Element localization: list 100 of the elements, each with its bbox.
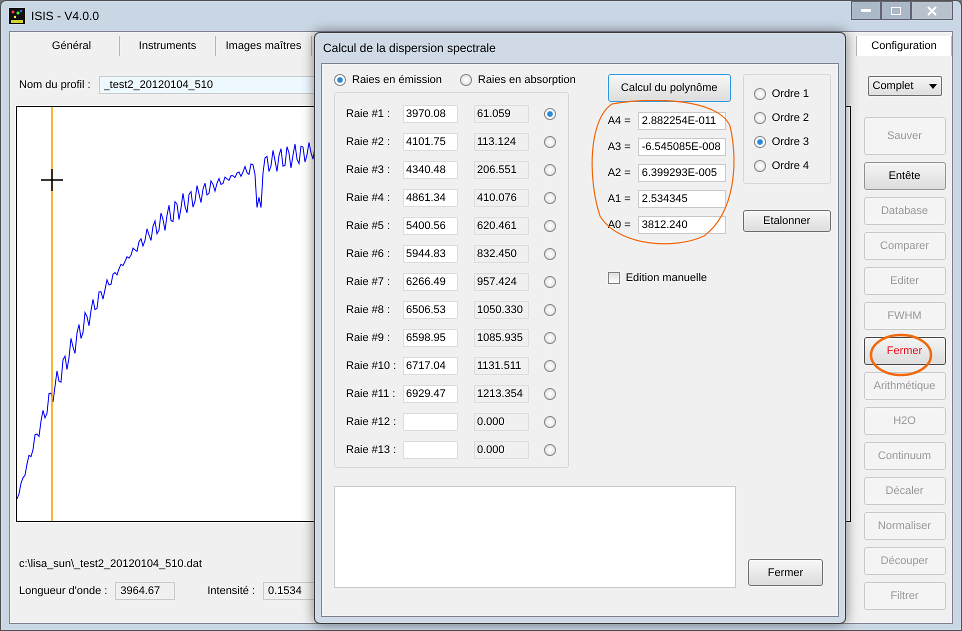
position-field[interactable]: 206.551	[474, 161, 529, 179]
coefficient-field[interactable]: -6.545085E-008	[638, 138, 726, 156]
crosshair-icon	[40, 168, 64, 192]
radio-option[interactable]: Ordre 4	[754, 160, 830, 172]
position-field[interactable]: 61.059	[474, 105, 529, 123]
wavelength-field[interactable]: 6506.53	[403, 301, 458, 319]
radio-button[interactable]	[334, 74, 346, 86]
position-field[interactable]: 832.450	[474, 245, 529, 263]
radio-option[interactable]: Ordre 1	[754, 88, 830, 100]
position-field[interactable]: 1131.511	[474, 357, 529, 375]
coefficient-label: A0 =	[608, 219, 632, 231]
wavelength-field[interactable]: 6266.49	[403, 273, 458, 291]
line-label: Raie #13 :	[346, 444, 398, 456]
minimize-button[interactable]	[851, 1, 881, 20]
line-radio-button[interactable]	[544, 220, 556, 232]
maximize-button[interactable]	[881, 1, 911, 20]
line-radio-button[interactable]	[544, 136, 556, 148]
line-radio-button[interactable]	[544, 332, 556, 344]
line-label: Raie #9 :	[346, 332, 392, 344]
annotation-ellipse	[868, 332, 934, 378]
coefficient-label: A4 =	[608, 115, 632, 127]
wavelength-field[interactable]: 4101.75	[403, 133, 458, 151]
readout-label: Intensité :	[207, 585, 256, 597]
mode-dropdown[interactable]: Complet	[868, 76, 942, 96]
coefficient-field[interactable]: 3812.240	[638, 216, 726, 234]
readout-label: Longueur d'onde :	[19, 585, 108, 597]
wavelength-field[interactable]: 5400.56	[403, 217, 458, 235]
line-radio-button[interactable]	[544, 416, 556, 428]
position-field[interactable]: 620.461	[474, 217, 529, 235]
close-icon	[927, 6, 937, 16]
wavelength-field[interactable]	[403, 413, 458, 431]
radio-button[interactable]	[754, 112, 766, 124]
close-dialog-button[interactable]: Fermer	[748, 559, 823, 586]
coefficient-field[interactable]: 2.882254E-011	[638, 112, 726, 130]
line-radio-button[interactable]	[544, 192, 556, 204]
calibrate-button[interactable]: Etalonner	[742, 210, 831, 232]
coefficient-field[interactable]: 6.399293E-005	[638, 164, 726, 182]
line-label: Raie #3 :	[346, 164, 392, 176]
radio-button[interactable]	[754, 136, 766, 148]
wavelength-field[interactable]	[403, 441, 458, 459]
readout-field[interactable]: 3964.67	[115, 582, 176, 600]
tab[interactable]: Général	[24, 36, 120, 56]
line-label: Raie #10 :	[346, 360, 398, 372]
line-label: Raie #2 :	[346, 136, 392, 148]
radio-button[interactable]	[754, 160, 766, 172]
checkbox[interactable]	[608, 272, 620, 284]
side-button[interactable]: Entête	[864, 162, 946, 190]
caret-icon	[928, 84, 936, 88]
position-field[interactable]: 0.000	[474, 441, 529, 459]
wavelength-field[interactable]: 5944.83	[403, 245, 458, 263]
position-field[interactable]: 1085.935	[474, 329, 529, 347]
window-title: ISIS - V4.0.0	[31, 9, 100, 23]
tab[interactable]: Instruments	[120, 36, 216, 56]
wavelength-field[interactable]: 3970.08	[403, 105, 458, 123]
radio-button[interactable]	[460, 74, 472, 86]
coefficient-label: A3 =	[608, 141, 632, 153]
position-field[interactable]: 410.076	[474, 189, 529, 207]
line-radio-button[interactable]	[544, 388, 556, 400]
line-radio-button[interactable]	[544, 276, 556, 288]
position-field[interactable]: 113.124	[474, 133, 529, 151]
wavelength-field[interactable]: 6929.47	[403, 385, 458, 403]
checkbox-option[interactable]: Edition manuelle	[608, 272, 708, 284]
radio-option[interactable]: Ordre 3	[754, 136, 830, 148]
coefficient-label: A2 =	[608, 167, 632, 179]
line-label: Raie #4 :	[346, 192, 392, 204]
coefficient-field[interactable]: 2.534345	[638, 190, 726, 208]
line-label: Raie #11 :	[346, 388, 396, 400]
position-field[interactable]: 1213.354	[474, 385, 529, 403]
dialog-title: Calcul de la dispersion spectrale	[322, 40, 497, 57]
wavelength-field[interactable]: 4861.34	[403, 189, 458, 207]
wavelength-field[interactable]: 4340.48	[403, 161, 458, 179]
line-label: Raie #5 :	[346, 220, 392, 232]
position-field[interactable]: 1050.330	[474, 301, 529, 319]
close-button[interactable]	[911, 1, 953, 20]
wavelength-field[interactable]: 6598.95	[403, 329, 458, 347]
app-icon	[9, 8, 25, 24]
line-radio-button[interactable]	[544, 164, 556, 176]
radio-option[interactable]: Raies en émission	[334, 74, 442, 86]
position-field[interactable]: 957.424	[474, 273, 529, 291]
radio-button[interactable]	[754, 88, 766, 100]
coefficient-label: A1 =	[608, 193, 632, 205]
line-label: Raie #8 :	[346, 304, 392, 316]
line-radio-button[interactable]	[544, 360, 556, 372]
tab[interactable]: Configuration	[856, 36, 952, 56]
profile-label: Nom du profil :	[19, 79, 91, 91]
line-label: Raie #12 :	[346, 416, 398, 428]
wavelength-field[interactable]: 6717.04	[403, 357, 458, 375]
radio-option[interactable]: Ordre 2	[754, 112, 830, 124]
side-button[interactable]: Fermer	[864, 337, 946, 365]
position-field[interactable]: 0.000	[474, 413, 529, 431]
line-label: Raie #7 :	[346, 276, 392, 288]
compute-polynomial-button[interactable]: Calcul du polynôme	[608, 74, 731, 102]
line-radio-button[interactable]	[544, 444, 556, 456]
line-radio-button[interactable]	[544, 248, 556, 260]
file-path: c:\lisa_sun\_test2_20120104_510.dat	[18, 558, 203, 570]
tab[interactable]: Images maîtres	[216, 36, 312, 56]
line-radio-button[interactable]	[544, 304, 556, 316]
line-radio-button[interactable]	[544, 108, 556, 120]
maximize-icon	[891, 6, 901, 14]
minimize-icon	[861, 8, 871, 12]
